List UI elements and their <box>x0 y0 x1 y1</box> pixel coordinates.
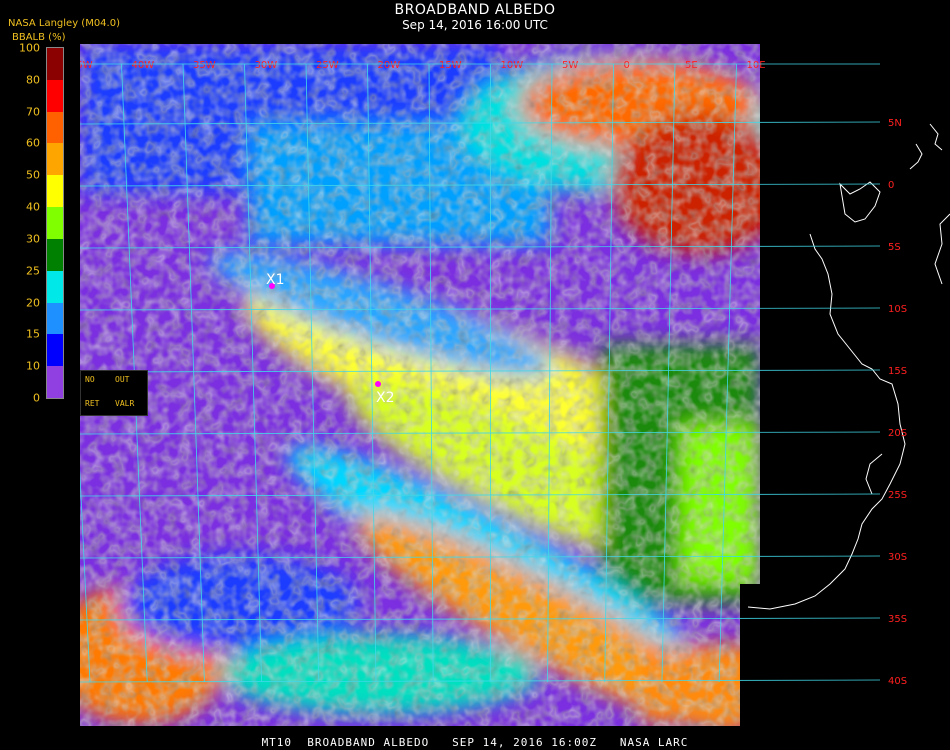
colorbar-segment <box>47 111 63 144</box>
legend-out: OUT <box>115 375 130 384</box>
longitude-label: 10W <box>501 60 524 71</box>
colorbar-segment <box>47 366 63 398</box>
colorbar-tick-label: 20 <box>26 296 40 310</box>
longitude-label: 0 <box>624 60 630 71</box>
longitude-label: 10E <box>747 60 766 71</box>
legend-ret: RET <box>85 399 100 408</box>
colorbar-tick-label: 60 <box>26 136 40 150</box>
colorbar-tick-label: 30 <box>26 232 40 246</box>
colorbar-segment <box>47 143 63 176</box>
longitude-label: 40W <box>132 60 155 71</box>
colorbar-segment <box>47 175 63 208</box>
longitude-label: 30W <box>255 60 278 71</box>
colorbar-tick-label: 80 <box>26 73 40 87</box>
latitude-label: 30S <box>888 552 907 563</box>
colorbar-segment <box>47 238 63 271</box>
latitude-label: 15S <box>888 366 907 377</box>
longitude-label: 5E <box>685 60 698 71</box>
site-marker-label: X1 <box>266 272 285 288</box>
footer-caption: MT10 BROADBAND ALBEDO SEP 14, 2016 16:00… <box>261 736 689 749</box>
colorbar-segment <box>47 302 63 335</box>
latitude-label: 0 <box>888 180 894 191</box>
colorbar-tick-label: 40 <box>26 200 40 214</box>
map-title: BROADBAND ALBEDO <box>394 2 556 18</box>
latitude-label: 25S <box>888 490 907 501</box>
qc-legend: NO OUT RET VALR <box>80 370 148 416</box>
colorbar-segment <box>47 207 63 239</box>
longitude-label: 35W <box>193 60 216 71</box>
colorbar-tick-label: 25 <box>26 264 40 278</box>
colorbar-segment <box>47 48 63 80</box>
map-datetime: Sep 14, 2016 16:00 UTC <box>402 18 548 32</box>
latitude-label: 5S <box>888 242 901 253</box>
legend-valr: VALR <box>115 399 135 408</box>
colorbar-tick-label: 15 <box>26 327 40 341</box>
longitude-label: 25W <box>316 60 339 71</box>
legend-no: NO <box>85 375 95 384</box>
longitude-label: 45W <box>80 60 93 71</box>
source-label: NASA Langley (M04.0) <box>8 18 120 29</box>
latitude-label: 35S <box>888 614 907 625</box>
colorbar-segment <box>47 270 63 303</box>
colorbar-tick-label: 100 <box>19 41 40 55</box>
colorbar-segment <box>47 79 63 112</box>
colorbar-tick-label: 50 <box>26 168 40 182</box>
longitude-label: 20W <box>378 60 401 71</box>
site-marker-dot <box>375 381 381 387</box>
latitude-label: 40S <box>888 676 907 687</box>
colorbar-tick-label: 0 <box>33 391 40 405</box>
site-marker-label: X2 <box>376 390 395 406</box>
longitude-label: 15W <box>439 60 462 71</box>
latitude-label: 5N <box>888 118 902 129</box>
latitude-label: 10S <box>888 304 907 315</box>
colorbar-segment <box>47 334 63 367</box>
colorbar <box>46 47 64 399</box>
albedo-map: 45W 40W 35W 30W 25W 20W 15W 10W 5W 0 5E 10E 5N 0 5S 10S… <box>50 44 950 733</box>
satellite-imagery <box>50 44 790 733</box>
longitude-label: 5W <box>562 60 578 71</box>
colorbar-tick-label: 70 <box>26 105 40 119</box>
map-canvas: 45W 40W 35W 30W 25W 20W 15W 10W 5W 0 5E 10E 5N 0 5S 10S… <box>50 44 950 733</box>
colorbar-tick-label: 10 <box>26 359 40 373</box>
latitude-label: 20S <box>888 428 907 439</box>
